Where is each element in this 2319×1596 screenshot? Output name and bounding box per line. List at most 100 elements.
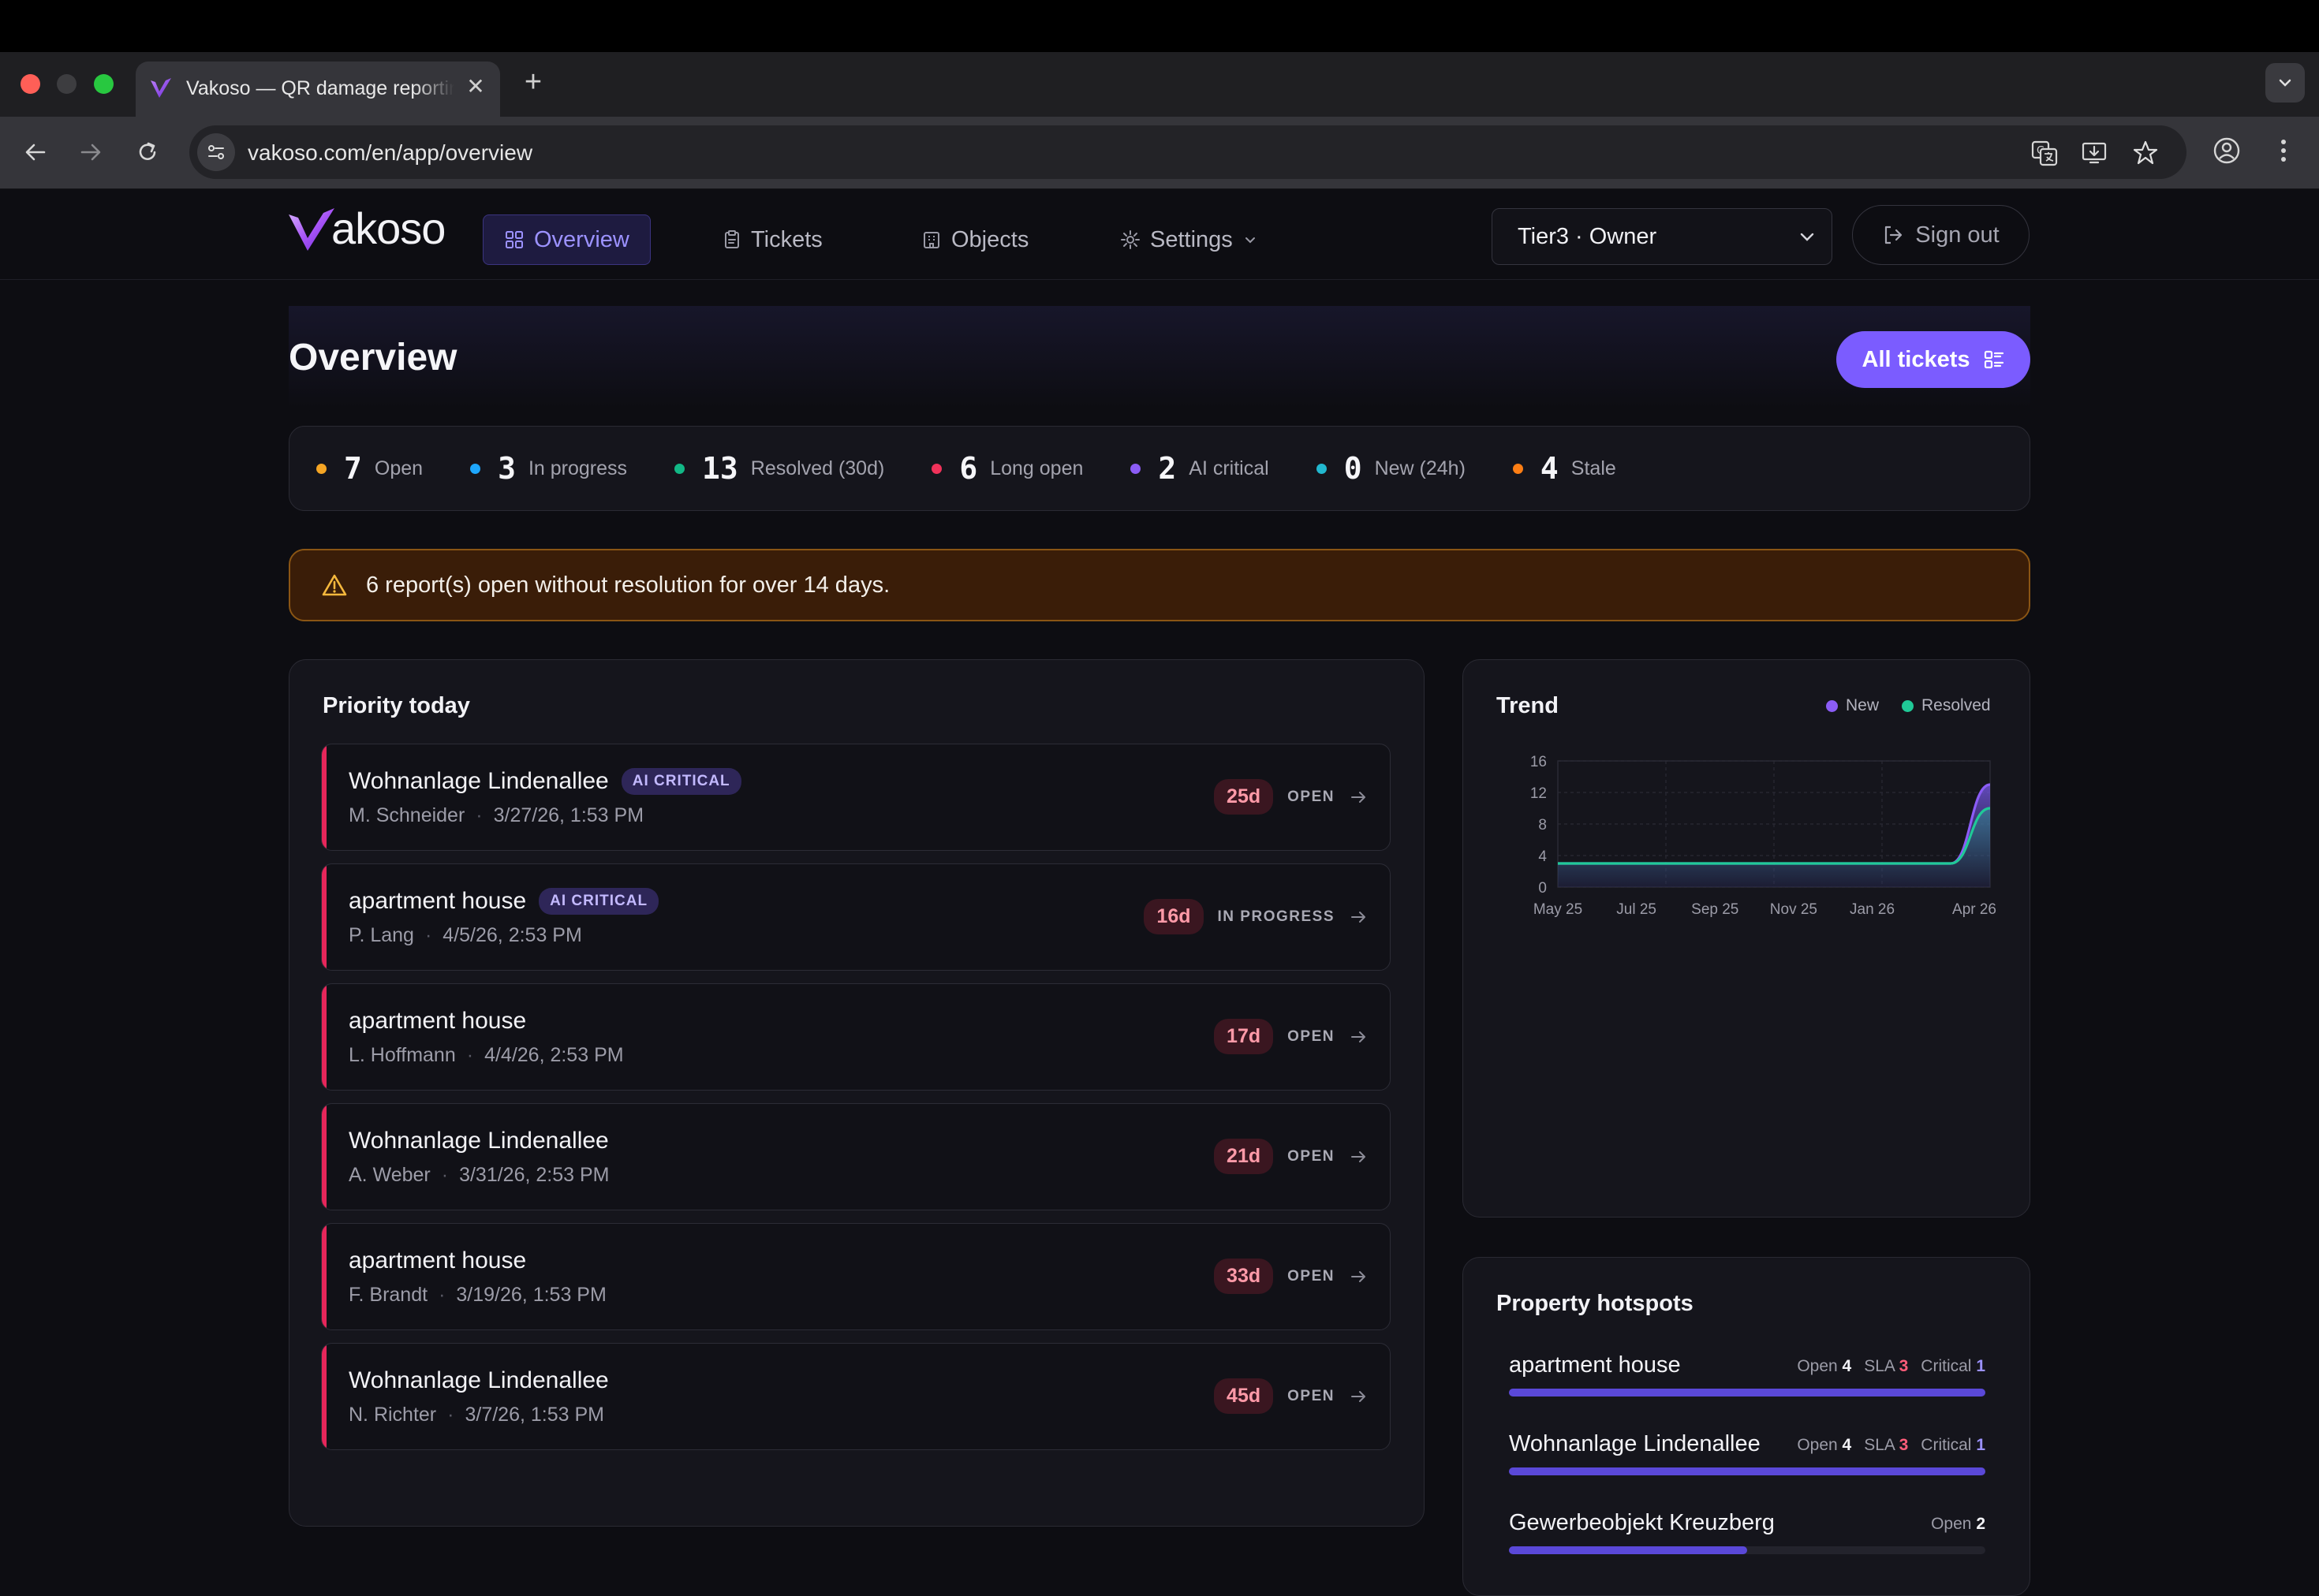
x-tick-label: Sep 25 (1691, 901, 1738, 918)
trend-chart: 0 4 8 12 16 May 25 Jul 25 Sep 25 Nov 25 Jan 26 Apr… (1530, 754, 1996, 918)
role-select[interactable]: Tier3 · Owner (1492, 208, 1832, 265)
y-tick-label: 8 (1538, 817, 1547, 833)
chevron-down-icon (1245, 237, 1255, 244)
site-settings-icon[interactable] (197, 133, 235, 171)
hotspot-row[interactable]: Wohnanlage Lindenallee Open 4 SLA 3 Critic… (1509, 1431, 1985, 1479)
status-dot (316, 463, 327, 474)
priority-row[interactable]: apartment house F. Brandt · 3/19/26, 1:53 … (321, 1223, 1391, 1330)
bookmark-star-icon[interactable] (2131, 139, 2160, 167)
hotspot-name: Wohnanlage Lindenallee (1509, 1431, 1761, 1456)
ticket-meta: M. Schneider · 3/27/26, 1:53 PM (349, 804, 644, 827)
hotspot-row[interactable]: apartment house Open 4 SLA 3 Critical 1 (1509, 1352, 1985, 1400)
forward-arrow-icon[interactable] (73, 134, 109, 170)
hotspot-name: Gewerbeobjekt Kreuzberg (1509, 1510, 1775, 1535)
status-label: IN PROGRESS (1217, 908, 1335, 925)
nav-settings[interactable]: Settings (1100, 214, 1279, 265)
stat-value: 6 (959, 451, 978, 486)
stat-value: 13 (702, 451, 738, 486)
arrow-right-icon[interactable] (1349, 1147, 1368, 1166)
warning-icon (322, 574, 347, 596)
arrow-right-icon[interactable] (1349, 1027, 1368, 1046)
x-tick-label: May 25 (1533, 901, 1582, 918)
stat-label: AI critical (1189, 457, 1269, 479)
building-icon (924, 232, 939, 248)
ticket-reporter: M. Schneider (349, 804, 465, 826)
nav-overview-label: Overview (534, 226, 629, 252)
reload-icon[interactable] (129, 134, 166, 170)
stat-ai-critical[interactable]: 2 AI critical (1130, 451, 1269, 486)
profile-icon[interactable] (2212, 136, 2242, 166)
arrow-right-icon[interactable] (1349, 1387, 1368, 1406)
priority-accent-bar (322, 744, 327, 850)
legend-new: New (1826, 696, 1879, 715)
ticket-title: Wohnanlage Lindenallee (349, 1367, 609, 1394)
hotspot-metrics: Open 4 SLA 3 Critical 1 (1797, 1357, 1985, 1376)
address-bar[interactable]: vakoso.com/en/app/overview G (189, 125, 2186, 179)
sign-out-icon (1885, 226, 1903, 244)
ticket-status-group: 21d OPEN (1214, 1139, 1368, 1174)
url-text: vakoso.com/en/app/overview (248, 140, 533, 165)
priority-accent-bar (322, 1344, 327, 1449)
age-badge: 16d (1144, 899, 1204, 934)
hotspot-row[interactable]: Gewerbeobjekt Kreuzberg Open 2 (1509, 1510, 1985, 1557)
arrow-right-icon[interactable] (1349, 908, 1368, 927)
hotspot-open: Open 4 (1797, 1436, 1851, 1455)
translate-icon[interactable]: G (2030, 139, 2059, 167)
priority-title: Priority today (323, 693, 470, 718)
stat-value: 4 (1540, 451, 1559, 486)
stat-long-open[interactable]: 6 Long open (932, 451, 1083, 486)
sla-label: SLA (1864, 1436, 1895, 1454)
stat-new-24h[interactable]: 0 New (24h) (1316, 451, 1466, 486)
stat-stale[interactable]: 4 Stale (1512, 451, 1616, 486)
stat-resolved[interactable]: 13 Resolved (30d) (674, 451, 884, 486)
priority-row[interactable]: apartment house L. Hoffmann · 4/4/26, 2:53… (321, 983, 1391, 1091)
stat-label: New (24h) (1374, 457, 1466, 479)
stat-in-progress[interactable]: 3 In progress (470, 451, 627, 486)
ticket-reporter: F. Brandt (349, 1284, 428, 1306)
stat-label: Open (374, 457, 424, 479)
y-tick-label: 12 (1530, 785, 1547, 802)
browser-tab-active[interactable]: Vakoso — QR damage reporting ✕ (136, 62, 500, 117)
ticket-meta: F. Brandt · 3/19/26, 1:53 PM (349, 1284, 607, 1307)
zoom-window-button[interactable] (94, 74, 114, 94)
gear-icon (1121, 230, 1140, 249)
close-window-button[interactable] (21, 74, 40, 94)
y-tick-label: 4 (1538, 848, 1547, 865)
install-app-icon[interactable] (2081, 139, 2109, 167)
ticket-object-name: Wohnanlage Lindenallee (349, 1367, 609, 1393)
minimize-window-button[interactable] (57, 74, 77, 94)
back-arrow-icon[interactable] (17, 134, 54, 170)
ticket-title: Wohnanlage Lindenallee (349, 1128, 609, 1154)
priority-row[interactable]: Wohnanlage Lindenallee AI CRITICAL M. Sch… (321, 744, 1391, 851)
open-label: Open (1931, 1515, 1972, 1533)
priority-row[interactable]: Wohnanlage Lindenallee N. Richter · 3/7/26… (321, 1343, 1391, 1450)
vakoso-logo[interactable]: akoso (287, 207, 446, 252)
status-dot (1512, 463, 1523, 474)
new-tab-icon[interactable]: + (516, 65, 551, 99)
critical-count: 1 (1976, 1357, 1985, 1375)
all-tickets-button[interactable]: All tickets (1836, 331, 2030, 388)
status-dot (1130, 463, 1141, 474)
ticket-object-name: Wohnanlage Lindenallee (349, 1128, 609, 1154)
status-dot (674, 463, 685, 474)
browser-menu-icon[interactable] (2269, 136, 2298, 166)
priority-row[interactable]: apartment house AI CRITICAL P. Lang · 4/5/2… (321, 863, 1391, 971)
nav-settings-label: Settings (1150, 226, 1233, 252)
arrow-right-icon[interactable] (1349, 788, 1368, 807)
nav-objects[interactable]: Objects (901, 214, 1049, 265)
status-label: OPEN (1287, 1267, 1335, 1285)
tab-close-icon[interactable]: ✕ (462, 73, 489, 99)
stat-label: Stale (1570, 457, 1616, 479)
browser-toolbar: vakoso.com/en/app/overview G (0, 117, 2319, 189)
priority-row[interactable]: Wohnanlage Lindenallee A. Weber · 3/31/26,… (321, 1103, 1391, 1210)
tab-search-chevron-icon[interactable] (2265, 63, 2305, 103)
nav-tickets[interactable]: Tickets (702, 214, 843, 265)
arrow-right-icon[interactable] (1349, 1267, 1368, 1286)
trend-card: Trend New Resolved 0 4 8 12 16 May 25 Jul 25 Se… (1462, 659, 2030, 1218)
stat-open[interactable]: 7 Open (316, 451, 423, 486)
nav-overview[interactable]: Overview (483, 214, 651, 265)
status-dot (470, 463, 481, 474)
separator-dot: · (447, 1404, 454, 1426)
sign-out-button[interactable]: Sign out (1852, 205, 2030, 265)
x-tick-label: Jul 25 (1616, 901, 1656, 918)
